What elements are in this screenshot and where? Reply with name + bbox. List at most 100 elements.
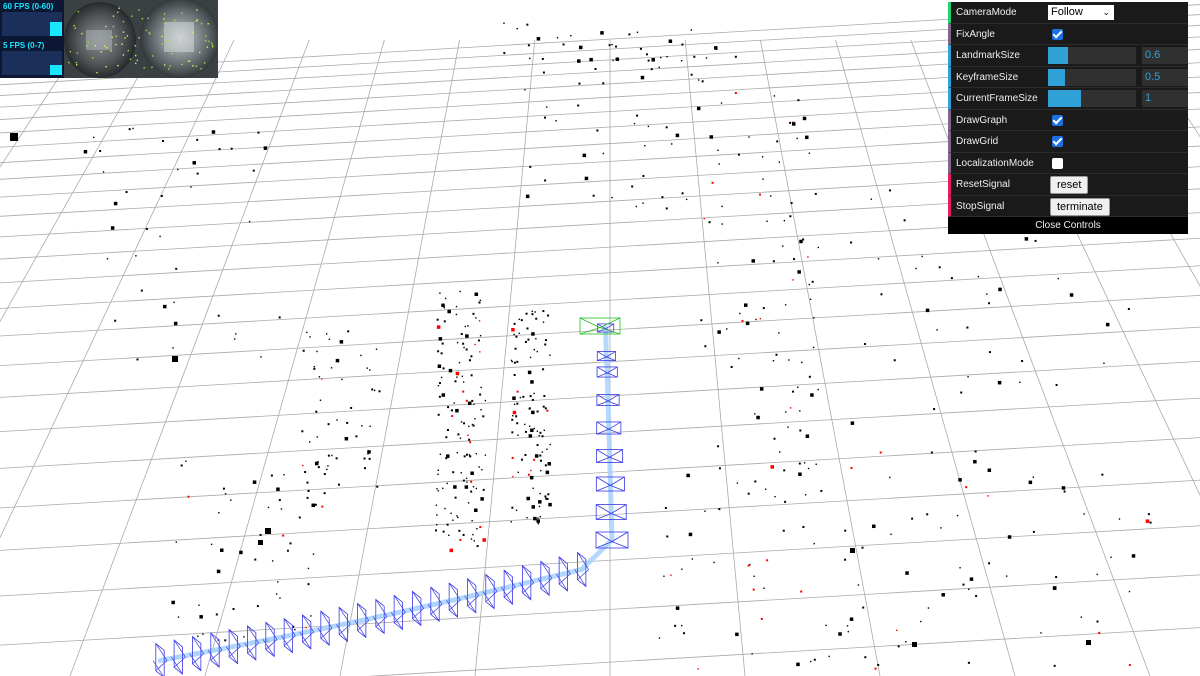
landmark-point (802, 238, 805, 241)
landmark-point (470, 374, 473, 377)
landmark-point (789, 407, 792, 409)
landmark-point (440, 352, 443, 355)
reset-button[interactable]: reset (1050, 176, 1089, 194)
camera-mode-select[interactable]: Follow ⌄ (1048, 5, 1114, 20)
keyframe-size-input[interactable]: 0.5 (1142, 68, 1188, 86)
landmark-point (759, 387, 764, 391)
draw-grid-checkbox[interactable] (1052, 136, 1063, 147)
landmark-point (530, 428, 534, 433)
landmark-point (801, 361, 803, 364)
landmark-point (526, 496, 530, 501)
landmark-point (259, 533, 262, 536)
feature-point (122, 31, 125, 33)
landmark-point (437, 490, 440, 492)
landmark-point (529, 165, 532, 168)
landmark-point (753, 575, 755, 577)
landmark-point (468, 454, 471, 456)
landmark-point (526, 516, 528, 519)
landmark-point (797, 386, 799, 388)
fix-angle-checkbox[interactable] (1052, 28, 1063, 40)
landmark-point (378, 390, 381, 393)
localization-mode-checkbox[interactable] (1052, 157, 1063, 169)
landmark-point (479, 393, 482, 396)
graph-edge (487, 584, 511, 594)
landmark-point (798, 462, 801, 465)
landmark-point (465, 477, 468, 480)
keyframe-size-slider[interactable] (1048, 68, 1136, 86)
feature-point (115, 35, 117, 37)
landmark-point (190, 186, 192, 188)
landmark-point (804, 494, 807, 496)
landmark-point (664, 506, 667, 509)
landmark-point (675, 133, 680, 138)
landmark-point (745, 321, 750, 326)
landmark-point (685, 198, 688, 201)
draw-graph-checkbox[interactable] (1052, 114, 1063, 126)
landmark-point (517, 434, 519, 436)
landmark-point (513, 403, 516, 406)
landmark-point (521, 458, 524, 461)
landmark-point (252, 169, 255, 172)
landmark-point (531, 310, 533, 313)
feature-point (131, 15, 133, 17)
landmark-point (460, 421, 463, 423)
feature-point (73, 24, 75, 27)
landmark-point (542, 368, 545, 371)
landmark-point (475, 317, 477, 319)
current-frame-size-input[interactable]: 1 (1142, 90, 1188, 107)
landmark-point (525, 194, 530, 199)
graph-edge (604, 369, 611, 403)
landmark-point (675, 606, 680, 610)
landmark-size-input[interactable]: 0.6 (1142, 47, 1188, 64)
feature-point (138, 37, 140, 39)
landmark-point (510, 521, 512, 523)
landmark-point (709, 135, 714, 139)
landmark-point (660, 56, 662, 59)
landmark-point (787, 426, 789, 428)
landmark-point (366, 367, 368, 369)
landmark-point (444, 297, 447, 300)
landmark-point (437, 350, 440, 353)
landmark-point (474, 343, 476, 346)
stats-panel[interactable]: 60 FPS (0-60) 5 FPS (0-7) (0, 0, 64, 78)
landmark-point (582, 153, 587, 158)
feature-point (145, 29, 148, 32)
landmark-point (452, 471, 455, 474)
feature-point (121, 43, 123, 45)
landmark-point (718, 508, 721, 511)
landmark-point (503, 52, 506, 55)
landmark-point (536, 430, 539, 432)
landmark-point (936, 329, 938, 331)
landmark-point (941, 593, 945, 597)
landmark-point (172, 347, 174, 349)
landmark-point (304, 471, 307, 474)
draw-grid-row: DrawGrid (948, 131, 1188, 153)
landmark-point (457, 516, 459, 519)
feature-point (100, 51, 102, 53)
feature-point (152, 55, 154, 57)
landmark-point (347, 330, 350, 333)
landmark-point (513, 322, 516, 325)
grid-line (0, 437, 1200, 509)
landmark-point (446, 428, 449, 431)
landmark-point (302, 349, 305, 352)
feature-point (211, 44, 214, 47)
feature-point (112, 15, 115, 17)
landmark-point (665, 126, 668, 129)
terminate-button[interactable]: terminate (1050, 197, 1110, 216)
landmark-size-slider[interactable] (1048, 47, 1136, 64)
feature-point (134, 45, 137, 47)
landmark-point (341, 378, 343, 381)
landmark-point (443, 307, 445, 309)
feature-point (75, 61, 78, 64)
landmark-point (531, 398, 534, 401)
landmark-point (503, 22, 505, 24)
landmark-point (647, 59, 650, 62)
feature-point (122, 54, 125, 56)
current-frame-size-slider[interactable] (1048, 90, 1136, 107)
close-controls-button[interactable]: Close Controls (948, 217, 1188, 234)
landmark-point (1096, 620, 1099, 623)
landmark-point (331, 454, 333, 457)
landmark-point (890, 533, 892, 536)
landmark-point (658, 637, 661, 639)
